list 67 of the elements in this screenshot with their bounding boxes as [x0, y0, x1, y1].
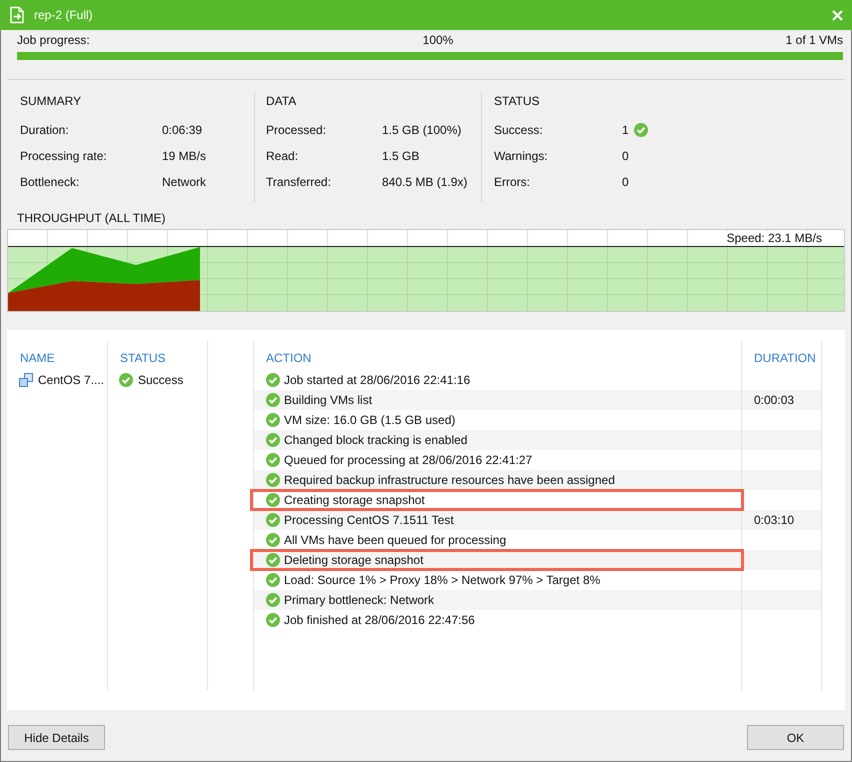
- chart-title: THROUGHPUT (ALL TIME): [17, 210, 166, 227]
- log-action: Deleting storage snapshot: [284, 553, 424, 567]
- field-value: 840.5 MB (1.9x): [382, 175, 468, 189]
- field-value: 1: [622, 123, 629, 137]
- check-circle-icon: [266, 493, 280, 507]
- ok-button[interactable]: OK: [747, 725, 844, 750]
- section-heading: SUMMARY: [20, 93, 82, 110]
- log-duration: 0:03:10: [754, 512, 794, 529]
- column-header: DURATION: [754, 350, 816, 366]
- check-circle-icon: [266, 413, 280, 427]
- check-circle-icon: [266, 553, 280, 567]
- check-circle-icon: [266, 593, 280, 607]
- field-label: Success:: [494, 123, 544, 137]
- section-heading: DATA: [266, 93, 296, 110]
- field-label: Transferred:: [266, 175, 332, 189]
- check-circle-icon: [634, 123, 648, 137]
- hide-details-button[interactable]: Hide Details: [8, 725, 105, 750]
- check-circle-icon: [266, 393, 280, 407]
- section-heading: STATUS: [494, 93, 540, 110]
- field-label: Processing rate:: [20, 149, 108, 163]
- log-action: Load: Source 1% > Proxy 18% > Network 97% > Target 8%: [284, 573, 600, 587]
- log-action: Changed block tracking is enabled: [284, 433, 468, 447]
- field-value: 1.5 GB (100%): [382, 123, 462, 137]
- field-value: 0: [622, 175, 629, 189]
- check-circle-icon: [266, 513, 280, 527]
- check-circle-icon: [266, 433, 280, 447]
- log-duration: 0:00:03: [754, 392, 794, 409]
- log-action: VM size: 16.0 GB (1.5 GB used): [284, 413, 456, 427]
- field-label: Read:: [266, 149, 300, 163]
- column-header: ACTION: [266, 350, 312, 366]
- progress-label: Job progress:: [17, 32, 91, 48]
- log-action: Required backup infrastructure resources have been assigned: [284, 473, 615, 487]
- column-header: STATUS: [120, 350, 166, 366]
- progress-count: 1 of 1 VMs: [786, 32, 843, 48]
- field-value: 19 MB/s: [162, 149, 206, 163]
- check-circle-icon: [119, 373, 133, 387]
- log-action: Queued for processing at 28/06/2016 22:41:27: [284, 453, 532, 467]
- check-circle-icon: [266, 613, 280, 627]
- log-action: Processing CentOS 7.1511 Test: [284, 513, 454, 527]
- window-title: rep-2 (Full): [34, 8, 94, 22]
- progress-percent: 100%: [422, 32, 454, 48]
- check-circle-icon: [266, 373, 280, 387]
- log-action: Primary bottleneck: Network: [284, 593, 434, 607]
- vm-name: CentOS 7....: [38, 373, 104, 387]
- column-header: NAME: [20, 350, 55, 366]
- document-arrow-icon: [8, 6, 26, 24]
- log-action: All VMs have been queued for processing: [284, 533, 506, 547]
- check-circle-icon: [266, 533, 280, 547]
- field-value: 0:06:39: [162, 123, 202, 137]
- log-action: Creating storage snapshot: [284, 493, 425, 507]
- field-label: Duration:: [20, 123, 70, 137]
- field-label: Warnings:: [494, 149, 549, 163]
- stacked-windows-icon: [18, 372, 34, 388]
- field-value: Network: [162, 175, 206, 189]
- field-value: 0: [622, 149, 629, 163]
- field-label: Processed:: [266, 123, 328, 137]
- vm-status: Success: [138, 373, 184, 387]
- log-action: Building VMs list: [284, 393, 372, 407]
- field-value: 1.5 GB: [382, 149, 420, 163]
- close-icon[interactable]: [832, 10, 843, 20]
- log-action: Job finished at 28/06/2016 22:47:56: [284, 613, 475, 627]
- check-circle-icon: [266, 573, 280, 587]
- log-action: Job started at 28/06/2016 22:41:16: [284, 373, 470, 387]
- check-circle-icon: [266, 453, 280, 467]
- field-label: Bottleneck:: [20, 175, 80, 189]
- field-label: Errors:: [494, 175, 531, 189]
- check-circle-icon: [266, 473, 280, 487]
